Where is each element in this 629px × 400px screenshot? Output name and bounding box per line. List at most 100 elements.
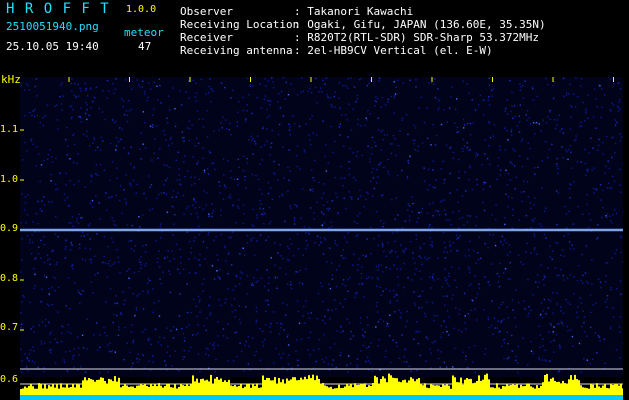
- noise-dot: [210, 312, 212, 314]
- noise-dot: [90, 174, 92, 176]
- noise-dot: [357, 123, 359, 126]
- noise-dot: [144, 93, 146, 95]
- noise-dot: [270, 146, 272, 149]
- noise-dot: [158, 78, 160, 80]
- noise-dot: [499, 240, 502, 243]
- noise-dot: [448, 316, 451, 318]
- noise-dot: [151, 114, 154, 116]
- noise-dot: [511, 334, 513, 337]
- noise-dot: [415, 238, 417, 240]
- noise-dot: [50, 352, 52, 354]
- noise-dot: [269, 103, 271, 106]
- signal-bar: [608, 388, 610, 395]
- noise-dot: [278, 92, 280, 95]
- noise-dot: [525, 251, 527, 253]
- noise-dot: [336, 244, 338, 246]
- noise-dot: [548, 360, 551, 362]
- noise-dot: [399, 130, 401, 132]
- noise-dot: [197, 142, 200, 145]
- noise-dot: [56, 261, 58, 264]
- noise-dot: [263, 144, 266, 146]
- noise-dot: [22, 295, 24, 297]
- noise-dot: [297, 248, 300, 250]
- noise-dot: [152, 361, 154, 363]
- noise-dot: [499, 169, 502, 171]
- noise-dot: [499, 330, 501, 332]
- noise-dot: [62, 326, 64, 328]
- noise-dot: [169, 260, 171, 262]
- noise-dot: [577, 96, 579, 98]
- noise-dot: [132, 293, 134, 295]
- noise-dot: [296, 145, 299, 147]
- noise-dot: [246, 77, 249, 80]
- noise-dot: [63, 193, 66, 195]
- noise-dot: [295, 154, 298, 157]
- noise-dot: [567, 301, 569, 303]
- noise-dot: [498, 145, 501, 147]
- noise-dot: [109, 142, 112, 145]
- noise-dot: [522, 337, 524, 339]
- noise-dot: [228, 236, 231, 239]
- noise-dot: [43, 204, 46, 206]
- noise-dot: [380, 131, 382, 133]
- noise-dot: [129, 183, 131, 186]
- signal-bar: [260, 387, 262, 395]
- noise-dot: [206, 168, 209, 170]
- noise-dot: [573, 93, 575, 95]
- noise-dot: [197, 324, 199, 326]
- noise-dot: [286, 369, 289, 371]
- noise-dot: [66, 197, 69, 199]
- noise-dot: [493, 124, 496, 126]
- noise-dot: [307, 312, 309, 315]
- noise-dot: [574, 140, 576, 142]
- noise-dot: [202, 147, 204, 149]
- noise-dot: [309, 139, 311, 142]
- noise-dot: [174, 350, 176, 352]
- noise-dot: [138, 293, 140, 295]
- signal-bar: [130, 386, 132, 395]
- noise-dot: [186, 231, 189, 233]
- noise-dot: [215, 358, 217, 361]
- signal-bar: [444, 385, 446, 395]
- noise-dot: [448, 285, 450, 287]
- noise-dot: [515, 176, 518, 179]
- noise-dot: [289, 134, 291, 136]
- noise-dot: [86, 348, 88, 350]
- signal-bar: [264, 380, 266, 395]
- noise-dot: [116, 167, 118, 169]
- signal-bar: [174, 384, 176, 395]
- noise-dot: [505, 193, 507, 195]
- noise-dot: [218, 277, 221, 279]
- noise-dot: [504, 149, 507, 151]
- noise-dot: [154, 328, 157, 330]
- noise-dot: [308, 317, 311, 319]
- noise-dot: [488, 84, 491, 86]
- noise-dot: [99, 218, 101, 220]
- noise-dot: [65, 246, 67, 248]
- signal-bar: [80, 387, 82, 395]
- noise-dot: [113, 92, 115, 95]
- noise-dot: [340, 351, 342, 353]
- noise-dot: [76, 162, 78, 164]
- noise-dot: [80, 366, 82, 368]
- noise-dot: [325, 170, 328, 172]
- noise-dot: [581, 78, 583, 80]
- noise-dot: [561, 322, 563, 324]
- noise-dot: [89, 258, 91, 261]
- signal-bar: [120, 387, 122, 395]
- noise-dot: [334, 242, 336, 244]
- noise-dot: [482, 114, 485, 116]
- noise-dot: [504, 223, 506, 226]
- noise-dot: [128, 99, 130, 102]
- noise-dot: [270, 100, 272, 102]
- noise-dot: [331, 278, 334, 280]
- noise-dot: [401, 117, 404, 119]
- noise-dot: [340, 165, 342, 168]
- signal-bar: [234, 385, 236, 395]
- noise-dot: [278, 123, 281, 126]
- noise-dot: [264, 299, 267, 302]
- noise-dot: [349, 147, 351, 150]
- noise-dot: [507, 317, 509, 319]
- noise-dot: [398, 309, 401, 311]
- noise-dot: [487, 99, 489, 101]
